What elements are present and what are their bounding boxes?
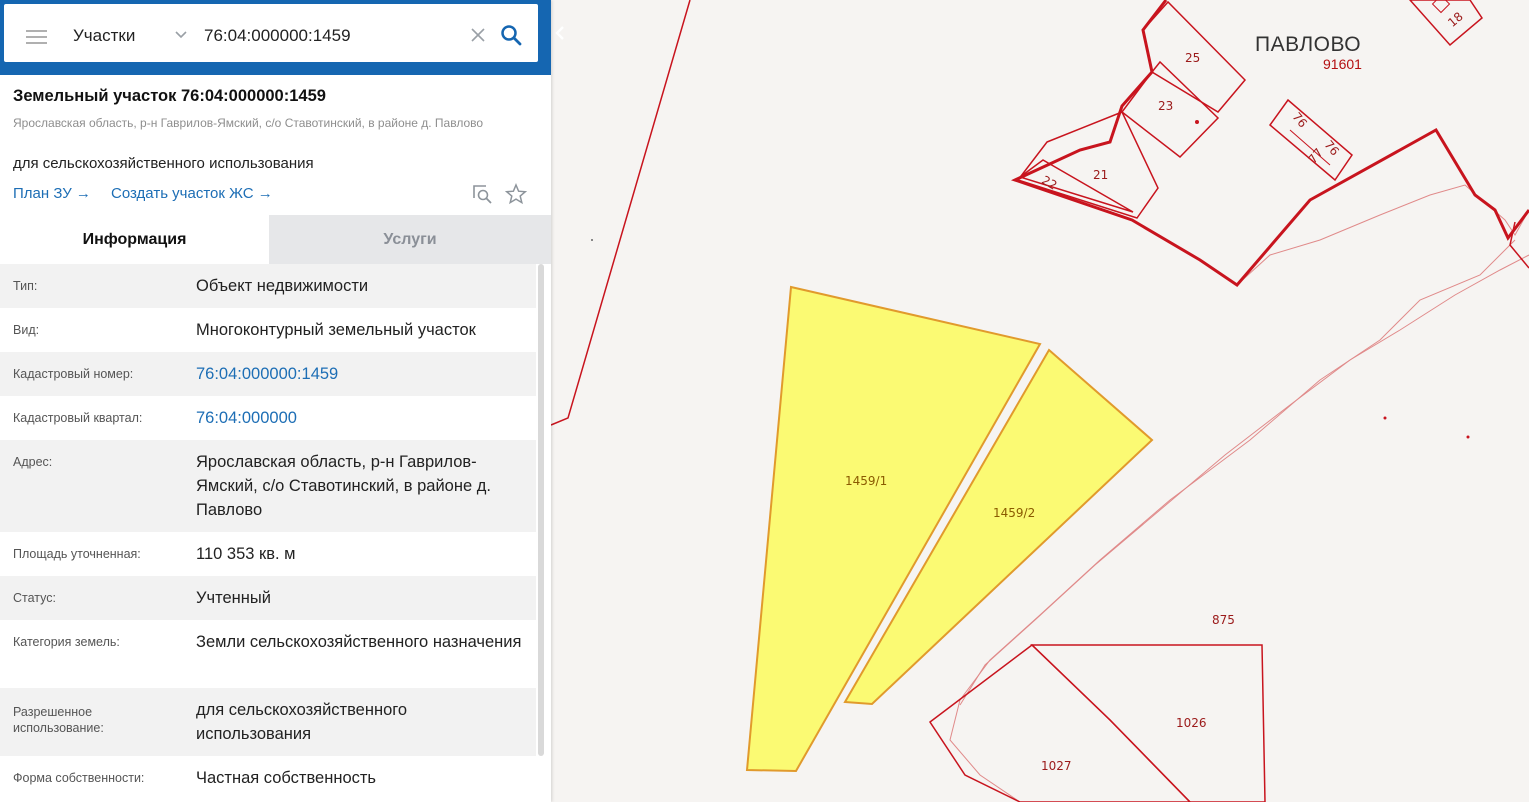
table-row: Площадь уточненная: 110 353 кв. м: [0, 532, 536, 576]
row-value: Частная собственность: [196, 769, 377, 787]
row-value: Земли сельскохозяйственного назначения: [196, 633, 522, 651]
object-title: Земельный участок 76:04:000000:1459: [13, 87, 326, 105]
search-input[interactable]: [204, 26, 459, 46]
table-row: Разрешенное использование: для сельскохо…: [0, 688, 536, 756]
parcel-label: 1027: [1041, 759, 1072, 773]
zoom-to-object-icon[interactable]: [471, 183, 493, 205]
table-row: Тип: Объект недвижимости: [0, 264, 536, 308]
row-value: 110 353 кв. м: [196, 545, 296, 563]
row-label: Статус:: [13, 591, 56, 605]
search-icon[interactable]: [500, 24, 522, 46]
row-label: Категория земель:: [13, 635, 120, 649]
parcel-label-1459-2: 1459/2: [993, 506, 1035, 520]
row-label: Разрешенное использование:: [13, 705, 104, 735]
chevron-down-icon[interactable]: [174, 28, 188, 42]
table-row: Кадастровый номер: 76:04:000000:1459: [0, 352, 536, 396]
object-address: Ярославская область, р-н Гаврилов-Ямский…: [13, 116, 484, 130]
arrow-right-icon: →: [257, 185, 273, 202]
table-row: Категория земель: Земли сельскохозяйстве…: [0, 620, 536, 688]
row-value: Многоконтурный земельный участок: [196, 321, 476, 339]
map-point: [1195, 120, 1199, 124]
parcel-label: 1026: [1176, 716, 1207, 730]
star-icon[interactable]: [505, 183, 527, 205]
row-label: Кадастровый номер:: [13, 367, 134, 381]
create-link-label: Создать участок ЖС: [111, 185, 254, 202]
row-label: Вид:: [13, 323, 40, 337]
cadastral-quarter-link[interactable]: 76:04:000000: [196, 406, 526, 430]
row-label: Площадь уточненная:: [13, 547, 141, 561]
place-code: 91601: [1323, 56, 1362, 72]
table-row: Вид: Многоконтурный земельный участок: [0, 308, 536, 352]
parcel-label: 23: [1158, 99, 1173, 113]
clear-icon[interactable]: [469, 26, 487, 44]
object-use: для сельскохозяйственного использования: [13, 155, 314, 172]
table-row: Адрес: Ярославская область, р-н Гаврилов…: [0, 440, 536, 532]
row-value: Учтенный: [196, 589, 271, 607]
row-label: Тип:: [13, 279, 38, 293]
row-label: Форма собственности:: [13, 771, 145, 785]
arrow-right-icon: →: [75, 185, 91, 202]
parcel-label: 21: [1093, 168, 1108, 182]
menu-icon[interactable]: [26, 30, 47, 44]
tab-information[interactable]: Информация: [0, 215, 269, 264]
scrollbar[interactable]: [538, 264, 544, 756]
info-tabs: Информация Услуги: [0, 215, 551, 264]
create-parcel-link[interactable]: Создать участок ЖС →: [111, 185, 273, 202]
map-point: [1383, 416, 1387, 420]
search-box: Участки: [4, 4, 538, 62]
row-label: Адрес:: [13, 455, 53, 469]
map-point: [1466, 435, 1470, 439]
parcel-label: 25: [1185, 51, 1200, 65]
parcel-label: 875: [1212, 613, 1235, 627]
layer-select[interactable]: Участки: [73, 26, 135, 46]
plan-link[interactable]: План ЗУ →: [13, 185, 91, 202]
info-panel: Участки Земельный участок 76:04:000000:1…: [0, 0, 551, 802]
attribute-table: Тип: Объект недвижимости Вид: Многоконту…: [0, 264, 536, 800]
collapse-panel-icon[interactable]: [549, 18, 571, 48]
table-row: Кадастровый квартал: 76:04:000000: [0, 396, 536, 440]
row-value: Объект недвижимости: [196, 277, 369, 295]
parcel-label-1459-1: 1459/1: [845, 474, 887, 488]
place-name: ПАВЛОВО: [1255, 33, 1362, 56]
table-row: Форма собственности: Частная собственнос…: [0, 756, 536, 800]
row-label: Кадастровый квартал:: [13, 411, 143, 425]
tab-services[interactable]: Услуги: [269, 215, 551, 264]
cadastral-number-link[interactable]: 76:04:000000:1459: [196, 362, 526, 386]
plan-link-label: План ЗУ: [13, 185, 72, 202]
search-header: Участки: [0, 0, 551, 75]
map-point: [591, 239, 593, 241]
table-row: Статус: Учтенный: [0, 576, 536, 620]
row-value: Ярославская область, р-н Гаврилов-Ямский…: [196, 453, 491, 519]
row-value: для сельскохозяйственного использования: [196, 701, 408, 743]
